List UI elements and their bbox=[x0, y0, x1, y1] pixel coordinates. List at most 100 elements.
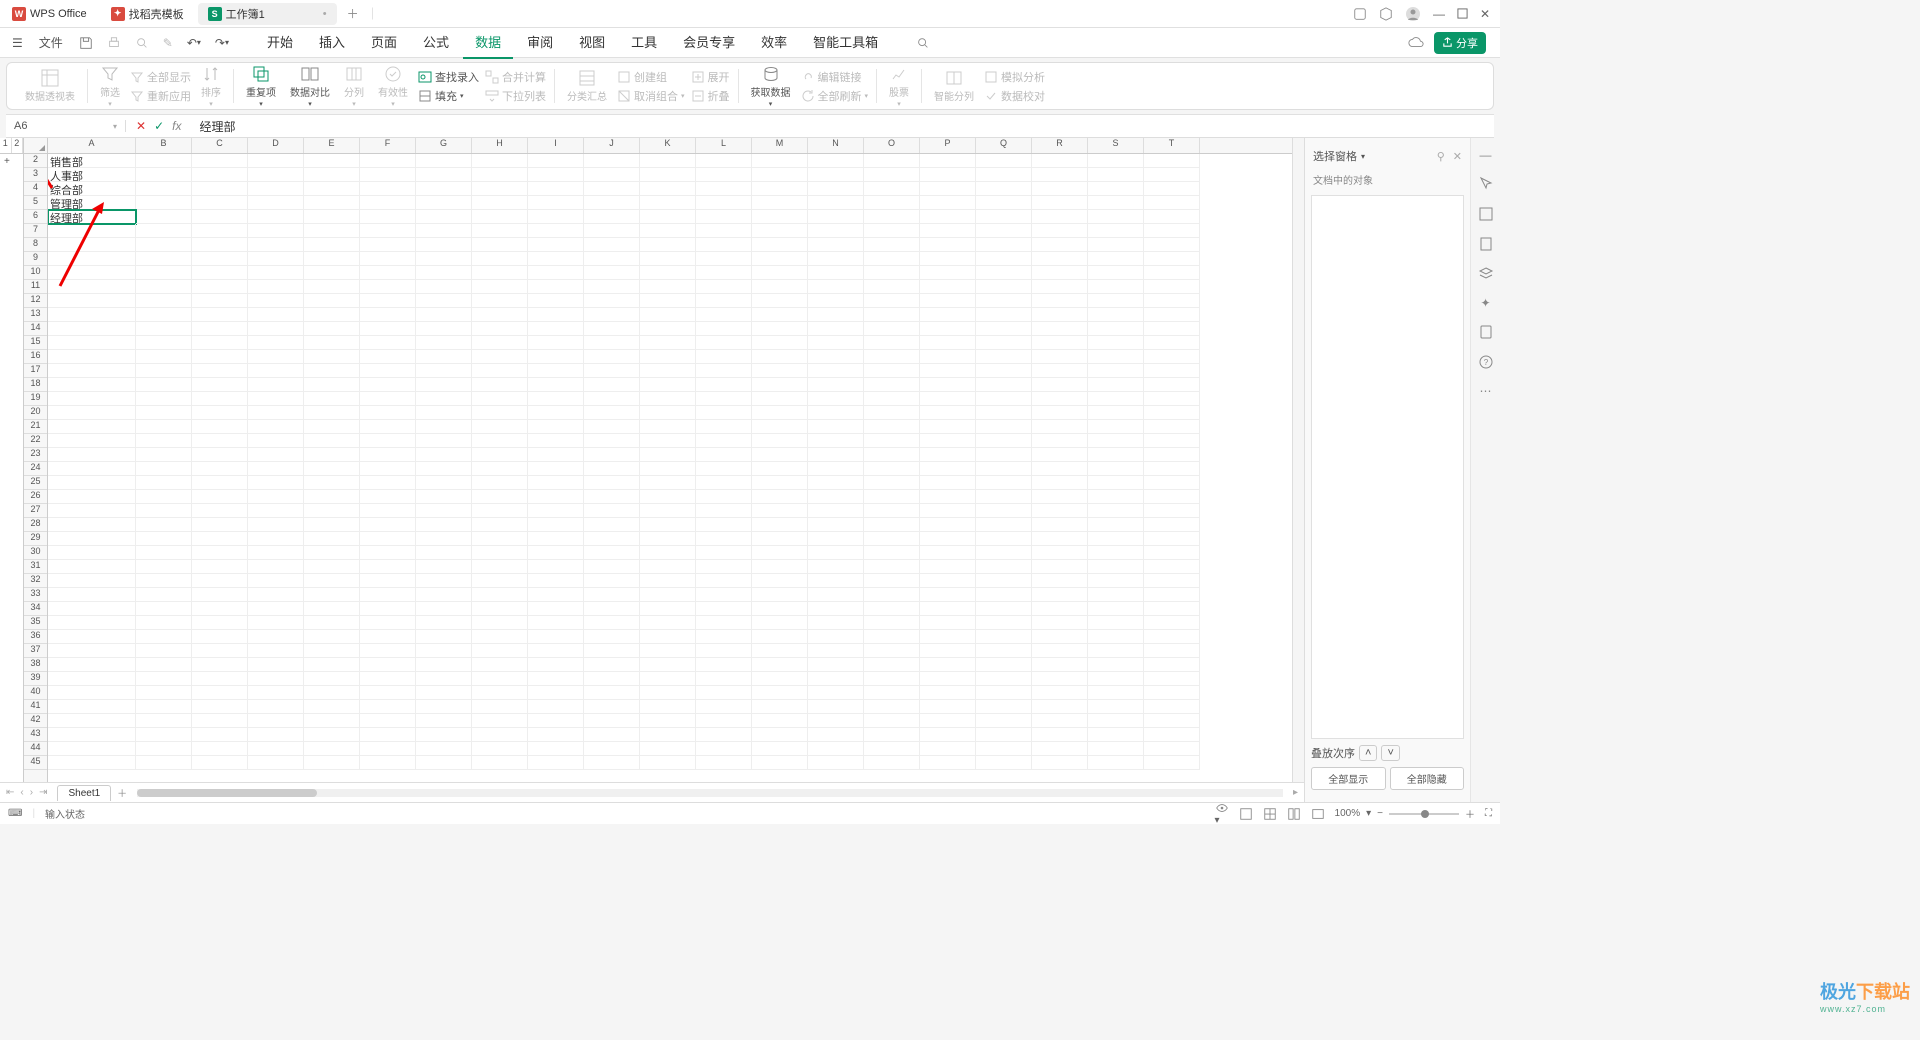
row-header[interactable]: 29 bbox=[24, 532, 47, 546]
cell[interactable] bbox=[192, 266, 248, 280]
cell[interactable] bbox=[248, 644, 304, 658]
cell[interactable] bbox=[584, 672, 640, 686]
row-header[interactable]: 30 bbox=[24, 546, 47, 560]
cell[interactable] bbox=[472, 294, 528, 308]
cell[interactable] bbox=[304, 322, 360, 336]
cell[interactable] bbox=[976, 700, 1032, 714]
cell[interactable] bbox=[360, 658, 416, 672]
cell[interactable] bbox=[1032, 350, 1088, 364]
cell[interactable]: 经理部 bbox=[48, 210, 136, 224]
cell[interactable] bbox=[752, 728, 808, 742]
cell[interactable] bbox=[248, 322, 304, 336]
cell[interactable] bbox=[360, 266, 416, 280]
cell[interactable] bbox=[640, 266, 696, 280]
cell[interactable] bbox=[472, 308, 528, 322]
cell[interactable] bbox=[136, 238, 192, 252]
cell[interactable] bbox=[640, 630, 696, 644]
cell[interactable] bbox=[1144, 210, 1200, 224]
cell[interactable] bbox=[696, 490, 752, 504]
cell[interactable] bbox=[248, 756, 304, 770]
cell[interactable] bbox=[472, 322, 528, 336]
cell[interactable] bbox=[1032, 378, 1088, 392]
cell[interactable] bbox=[752, 294, 808, 308]
cell[interactable] bbox=[1088, 560, 1144, 574]
cell[interactable] bbox=[472, 574, 528, 588]
cell[interactable] bbox=[48, 602, 136, 616]
cell[interactable] bbox=[136, 322, 192, 336]
pin-icon[interactable]: ⚲ bbox=[1437, 150, 1445, 163]
cell[interactable] bbox=[1088, 574, 1144, 588]
cell[interactable] bbox=[808, 560, 864, 574]
grid[interactable]: ABCDEFGHIJKLMNOPQRST 销售部人事部综合部管理部经理部 bbox=[48, 138, 1292, 782]
cell[interactable] bbox=[192, 756, 248, 770]
save-icon[interactable] bbox=[73, 33, 99, 53]
cell[interactable] bbox=[192, 350, 248, 364]
cell[interactable] bbox=[416, 196, 472, 210]
cell[interactable] bbox=[248, 364, 304, 378]
cell[interactable] bbox=[192, 308, 248, 322]
cell[interactable] bbox=[360, 504, 416, 518]
cell[interactable] bbox=[360, 280, 416, 294]
cell[interactable] bbox=[360, 560, 416, 574]
cell[interactable] bbox=[304, 252, 360, 266]
cell[interactable] bbox=[360, 700, 416, 714]
cell[interactable] bbox=[1144, 350, 1200, 364]
cell[interactable] bbox=[1032, 476, 1088, 490]
cell[interactable] bbox=[304, 700, 360, 714]
row-header[interactable]: 31 bbox=[24, 560, 47, 574]
cell[interactable] bbox=[696, 434, 752, 448]
cell[interactable] bbox=[528, 728, 584, 742]
cell[interactable] bbox=[1032, 252, 1088, 266]
cell[interactable] bbox=[1144, 476, 1200, 490]
cell[interactable] bbox=[472, 616, 528, 630]
cloud-icon[interactable] bbox=[1408, 36, 1424, 50]
cell[interactable] bbox=[920, 406, 976, 420]
cell[interactable] bbox=[920, 560, 976, 574]
cell[interactable] bbox=[1088, 532, 1144, 546]
row-header[interactable]: 34 bbox=[24, 602, 47, 616]
cell[interactable] bbox=[528, 378, 584, 392]
cell[interactable] bbox=[864, 616, 920, 630]
cell[interactable] bbox=[584, 518, 640, 532]
sheet-nav-last[interactable]: ⇥ bbox=[39, 787, 47, 798]
cell[interactable] bbox=[864, 196, 920, 210]
cell[interactable] bbox=[416, 392, 472, 406]
cell[interactable] bbox=[920, 644, 976, 658]
cell[interactable] bbox=[808, 756, 864, 770]
cell[interactable] bbox=[360, 196, 416, 210]
cell[interactable] bbox=[192, 588, 248, 602]
cell[interactable] bbox=[360, 644, 416, 658]
cell[interactable] bbox=[920, 350, 976, 364]
cell[interactable] bbox=[752, 490, 808, 504]
cell[interactable] bbox=[584, 154, 640, 168]
cell[interactable] bbox=[920, 518, 976, 532]
cell[interactable] bbox=[48, 224, 136, 238]
cell[interactable] bbox=[1032, 546, 1088, 560]
cell[interactable] bbox=[752, 336, 808, 350]
cell[interactable] bbox=[640, 756, 696, 770]
format-painter-icon[interactable]: ✎ bbox=[157, 33, 179, 53]
cell[interactable] bbox=[304, 336, 360, 350]
cell[interactable] bbox=[1144, 252, 1200, 266]
col-header-H[interactable]: H bbox=[472, 138, 528, 153]
sheet-tab[interactable]: Sheet1 bbox=[57, 785, 111, 801]
cell[interactable] bbox=[976, 518, 1032, 532]
cell[interactable] bbox=[416, 462, 472, 476]
cell[interactable] bbox=[584, 546, 640, 560]
cell[interactable] bbox=[360, 630, 416, 644]
cell[interactable] bbox=[528, 154, 584, 168]
cell[interactable] bbox=[416, 644, 472, 658]
cell[interactable] bbox=[248, 602, 304, 616]
cell[interactable] bbox=[1032, 182, 1088, 196]
cell[interactable] bbox=[416, 532, 472, 546]
cell[interactable] bbox=[192, 294, 248, 308]
cell[interactable] bbox=[48, 532, 136, 546]
cell[interactable] bbox=[752, 672, 808, 686]
cell[interactable] bbox=[640, 588, 696, 602]
col-header-O[interactable]: O bbox=[864, 138, 920, 153]
cell[interactable] bbox=[304, 266, 360, 280]
cell[interactable] bbox=[192, 490, 248, 504]
cell[interactable] bbox=[248, 546, 304, 560]
cell[interactable] bbox=[696, 168, 752, 182]
cell[interactable] bbox=[192, 168, 248, 182]
